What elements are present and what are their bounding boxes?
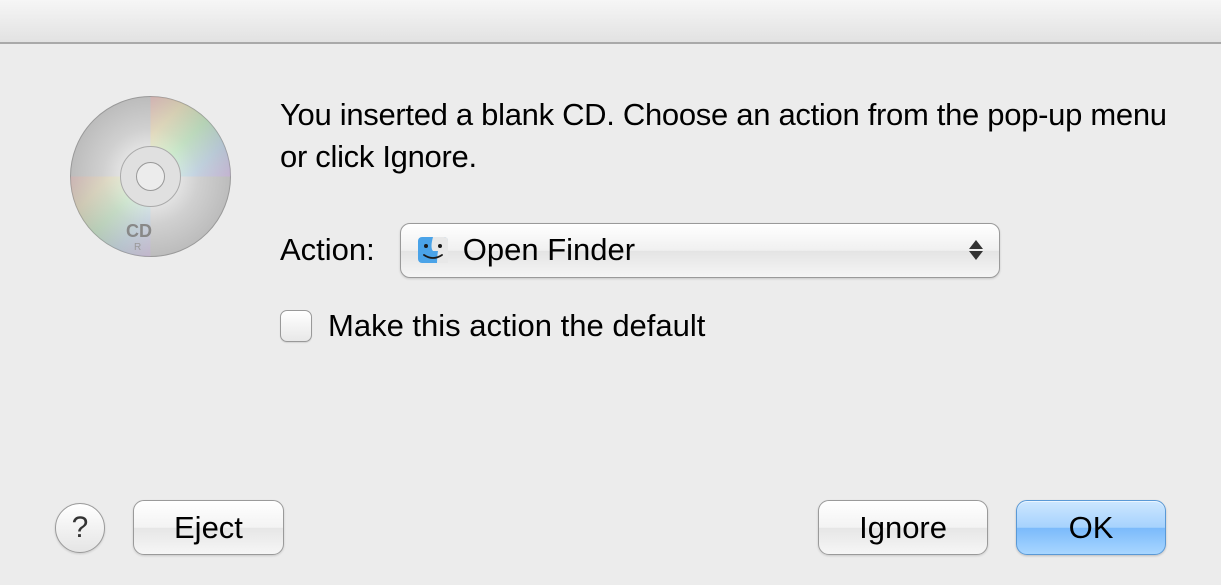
button-row: ? Eject Ignore OK: [55, 500, 1166, 555]
action-popup-label: Open Finder: [463, 232, 635, 268]
content-row: CD R You inserted a blank CD. Choose an …: [60, 84, 1171, 344]
eject-button[interactable]: Eject: [133, 500, 284, 555]
action-popup[interactable]: Open Finder: [400, 223, 1000, 278]
checkbox-label: Make this action the default: [328, 308, 705, 344]
ok-button[interactable]: OK: [1016, 500, 1166, 555]
dialog-panel: CD R You inserted a blank CD. Choose an …: [0, 44, 1221, 585]
action-row: Action: Open Finder: [280, 223, 1171, 278]
help-button[interactable]: ?: [55, 503, 105, 553]
dialog-message: You inserted a blank CD. Choose an actio…: [280, 94, 1171, 178]
cd-disc-icon: CD R: [68, 94, 233, 259]
ignore-button[interactable]: Ignore: [818, 500, 988, 555]
titlebar: [0, 0, 1221, 44]
default-action-checkbox[interactable]: [280, 310, 312, 342]
disc-sublabel-text: R: [134, 242, 141, 253]
disc-label-text: CD: [126, 221, 152, 241]
action-label: Action:: [280, 232, 375, 268]
disc-icon-wrap: CD R: [60, 84, 240, 259]
finder-icon: [417, 234, 449, 266]
updown-arrows-icon: [969, 240, 983, 260]
message-column: You inserted a blank CD. Choose an actio…: [280, 84, 1171, 344]
checkbox-row: Make this action the default: [280, 308, 1171, 344]
